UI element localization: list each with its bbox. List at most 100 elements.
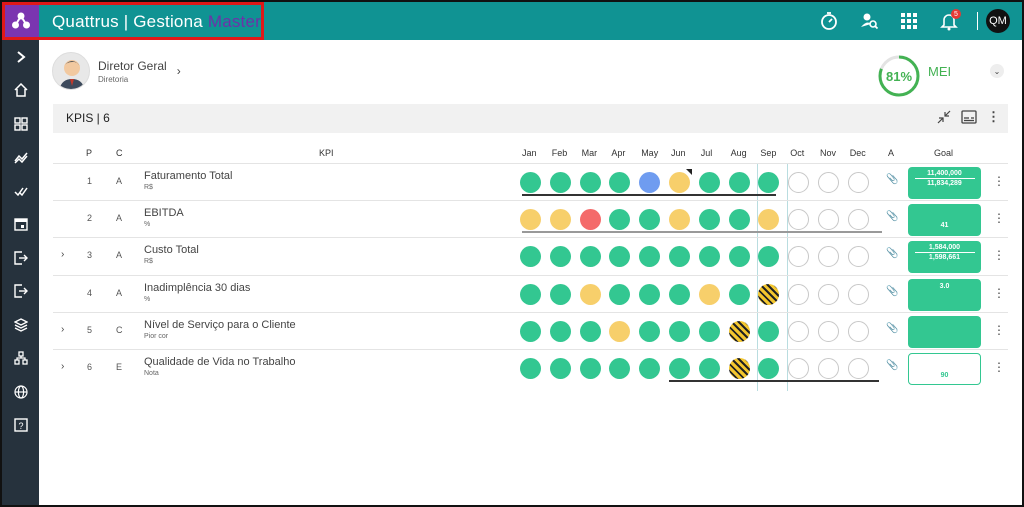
status-dot-may[interactable] (639, 246, 661, 268)
paperclip-icon[interactable]: 📎 (886, 286, 898, 297)
status-dot-oct[interactable] (788, 320, 810, 342)
status-dot-jun[interactable] (669, 283, 690, 305)
kpi-name[interactable]: EBITDA (144, 207, 184, 219)
table-row[interactable]: › 3 A Custo Total R$ 📎 1,584,000 1,598,661 ⋮ (53, 237, 1008, 274)
status-dot-jun[interactable] (669, 320, 690, 342)
status-dot-feb[interactable] (549, 209, 571, 231)
status-dot-mar[interactable] (579, 246, 601, 268)
more-vert-icon[interactable]: ⋮ (993, 286, 1005, 300)
status-dot-aug[interactable] (728, 283, 750, 305)
status-dot-nov[interactable] (818, 209, 839, 231)
status-dot-feb[interactable] (549, 246, 571, 268)
status-dot-oct[interactable] (788, 246, 810, 268)
paperclip-icon[interactable]: 📎 (886, 174, 898, 185)
chevron-right-icon[interactable]: › (61, 324, 64, 335)
notifications-bell-icon[interactable]: 5 (929, 2, 969, 40)
status-dot-mar[interactable] (579, 172, 601, 193)
status-dot-mar[interactable] (579, 283, 601, 305)
more-vert-icon[interactable]: ⋮ (993, 323, 1005, 337)
paperclip-icon[interactable]: 📎 (886, 323, 898, 334)
status-dot-oct[interactable] (788, 209, 810, 231)
status-dot-may[interactable] (639, 172, 661, 193)
status-dot-may[interactable] (639, 283, 661, 305)
hierarchy-icon[interactable] (2, 342, 39, 376)
paperclip-icon[interactable]: 📎 (886, 360, 898, 371)
paperclip-icon[interactable]: 📎 (886, 211, 898, 222)
status-dot-apr[interactable] (609, 358, 631, 379)
kpi-name[interactable]: Inadimplência 30 dias (144, 282, 250, 294)
status-dot-jul[interactable] (698, 209, 720, 231)
status-dot-nov[interactable] (818, 283, 839, 305)
status-dot-aug[interactable] (728, 172, 750, 193)
status-dot-aug[interactable] (728, 246, 750, 268)
status-dot-jan[interactable] (520, 320, 541, 342)
status-dot-nov[interactable] (818, 358, 839, 379)
more-vert-icon[interactable]: ⋮ (993, 211, 1005, 225)
globe-icon[interactable] (2, 375, 39, 409)
status-dot-oct[interactable] (788, 358, 810, 379)
status-dot-oct[interactable] (788, 283, 810, 305)
exit-icon[interactable] (2, 241, 39, 275)
status-dot-apr[interactable] (609, 209, 631, 231)
user-avatar[interactable]: QM (986, 9, 1010, 33)
chevron-down-icon[interactable]: ⌄ (990, 64, 1004, 78)
goal-box[interactable]: 41 (908, 204, 981, 237)
status-dot-jun[interactable] (669, 169, 692, 193)
more-vert-icon[interactable]: ⋮ (993, 360, 1005, 374)
status-dot-mar[interactable] (579, 320, 601, 342)
status-dot-dec[interactable] (847, 172, 869, 193)
chevron-right-icon[interactable]: › (61, 249, 64, 260)
collapse-arrows-icon[interactable] (937, 110, 951, 124)
status-dot-jun[interactable] (669, 209, 690, 231)
kpi-name[interactable]: Nível de Serviço para o Cliente (144, 319, 296, 331)
more-vert-icon[interactable]: ⋮ (987, 109, 1000, 125)
subtitles-icon[interactable] (961, 110, 977, 124)
status-dot-apr[interactable] (609, 172, 631, 193)
status-dot-jul[interactable] (698, 172, 720, 193)
chevron-right-icon[interactable]: › (61, 361, 64, 372)
goal-box[interactable]: 3.0 (908, 278, 981, 311)
status-dot-jan[interactable] (520, 209, 541, 231)
goal-box[interactable] (908, 315, 981, 348)
status-dot-aug[interactable] (728, 320, 750, 342)
user-search-icon[interactable] (849, 2, 889, 40)
status-dot-jan[interactable] (520, 246, 541, 268)
status-dot-sep[interactable] (758, 283, 780, 305)
user-card[interactable]: Diretor Geral Diretoria › (52, 52, 181, 90)
status-dot-nov[interactable] (818, 172, 839, 193)
goal-box[interactable]: 1,584,000 1,598,661 (908, 241, 981, 274)
status-dot-dec[interactable] (847, 283, 869, 305)
status-dot-sep[interactable] (758, 320, 780, 342)
status-dot-apr[interactable] (609, 320, 631, 342)
status-dot-oct[interactable] (788, 172, 810, 193)
table-row[interactable]: 4 A Inadimplência 30 dias% 📎 3.0 ⋮ (53, 274, 1008, 312)
status-dot-jan[interactable] (520, 283, 541, 305)
status-dot-dec[interactable] (847, 320, 869, 342)
status-dot-aug[interactable] (728, 209, 750, 231)
status-dot-apr[interactable] (609, 246, 631, 268)
status-dot-jul[interactable] (698, 283, 720, 305)
calendar-icon[interactable] (2, 208, 39, 242)
help-icon[interactable]: ? (2, 409, 39, 443)
trending-icon[interactable] (2, 141, 39, 175)
paperclip-icon[interactable]: 📎 (886, 248, 898, 259)
status-dot-dec[interactable] (847, 246, 869, 268)
status-dot-sep[interactable] (758, 246, 780, 268)
more-vert-icon[interactable]: ⋮ (993, 174, 1005, 188)
status-dot-sep[interactable] (758, 209, 780, 231)
status-dot-may[interactable] (639, 358, 661, 379)
status-dot-jul[interactable] (698, 320, 720, 342)
status-dot-sep[interactable] (758, 172, 780, 193)
status-dot-jun[interactable] (669, 358, 690, 379)
status-dot-aug[interactable] (728, 358, 750, 379)
status-dot-feb[interactable] (549, 358, 571, 379)
status-dot-jan[interactable] (520, 172, 541, 193)
apps-grid-icon[interactable] (889, 2, 929, 40)
dashboard-icon[interactable] (2, 107, 39, 141)
status-dot-mar[interactable] (579, 209, 601, 231)
exit-icon[interactable] (2, 275, 39, 309)
status-dot-jul[interactable] (698, 246, 720, 268)
goal-box[interactable]: 90 (908, 353, 981, 385)
status-dot-dec[interactable] (847, 358, 869, 379)
goal-box[interactable]: 11,400,000 11,834,289 (908, 167, 981, 199)
